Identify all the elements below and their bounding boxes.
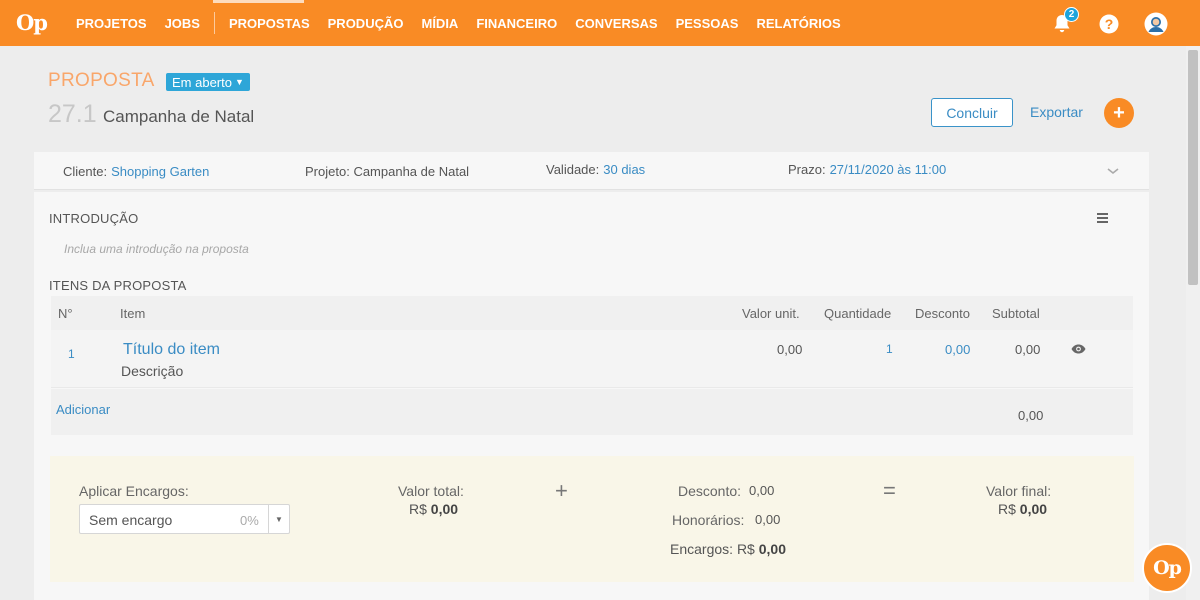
main-nav: PROJETOS JOBS PROPOSTAS PRODUÇÃO MÍDIA F…: [76, 0, 859, 46]
top-navbar: Op PROJETOS JOBS PROPOSTAS PRODUÇÃO MÍDI…: [0, 0, 1200, 46]
equals-operator: =: [883, 478, 896, 503]
col-qty: Quantidade: [824, 306, 892, 321]
select-arrow-icon: ▼: [268, 505, 289, 533]
nav-item-jobs[interactable]: JOBS: [165, 16, 200, 31]
app-logo[interactable]: Op: [16, 10, 48, 35]
proposal-number: 27.1: [48, 100, 97, 128]
item-qty[interactable]: 1: [886, 342, 893, 356]
projeto-field: Projeto: Campanha de Natal: [305, 164, 469, 179]
table-row[interactable]: 1 Título do item Descrição 0,00 1 0,00 0…: [51, 330, 1133, 388]
honorarios-label: Honorários:: [672, 512, 745, 528]
col-discount: Desconto: [915, 306, 970, 321]
validade-field: Validade: 30 dias: [546, 162, 645, 177]
nav-item-projetos[interactable]: PROJETOS: [76, 16, 147, 31]
eye-icon[interactable]: [1071, 342, 1086, 357]
nav-item-relatorios[interactable]: RELATÓRIOS: [756, 16, 840, 31]
honorarios-value[interactable]: 0,00: [755, 512, 780, 527]
cliente-field: Cliente: Shopping Garten: [63, 164, 209, 179]
items-total: 0,00: [1018, 408, 1044, 423]
expand-chevron-icon[interactable]: [1106, 163, 1120, 179]
projeto-value: Campanha de Natal: [353, 164, 470, 179]
valor-final-value: 0,00: [1019, 501, 1048, 517]
help-icon[interactable]: ?: [1097, 12, 1121, 36]
item-subtotal: 0,00: [1015, 342, 1041, 357]
valor-total: R$ 0,00: [409, 501, 458, 517]
encargos-select[interactable]: Sem encargo 0% ▼: [79, 504, 290, 534]
add-item-link[interactable]: Adicionar: [56, 402, 110, 417]
desconto-label: Desconto:: [678, 483, 742, 499]
totals-summary: Aplicar Encargos: Sem encargo 0% ▼ Valor…: [50, 456, 1134, 582]
proposal-title[interactable]: Campanha de Natal: [103, 107, 254, 127]
nav-divider: [213, 12, 215, 34]
nav-item-pessoas[interactable]: PESSOAS: [676, 16, 739, 31]
intro-title: INTRODUÇÃO: [49, 211, 139, 226]
encargos-select-pct: 0%: [240, 513, 259, 528]
cliente-link[interactable]: Shopping Garten: [111, 164, 209, 179]
encargos-select-value: Sem encargo: [89, 512, 173, 528]
prazo-link[interactable]: 27/11/2020 às 11:00: [830, 162, 947, 177]
encargos-currency: R$: [736, 541, 755, 557]
menu-icon[interactable]: [1097, 211, 1109, 226]
page-section-label: PROPOSTA: [48, 70, 155, 91]
chat-fab-button[interactable]: Op: [1142, 543, 1192, 593]
nav-item-midia[interactable]: MÍDIA: [421, 16, 458, 31]
cliente-label: Cliente:: [63, 164, 108, 179]
desconto-value[interactable]: 0,00: [749, 483, 774, 498]
items-table-header: N° Item Valor unit. Quantidade Desconto …: [51, 296, 1133, 330]
valor-final: R$ 0,00: [998, 501, 1047, 517]
currency-symbol: R$: [409, 501, 427, 517]
item-description[interactable]: Descrição: [121, 363, 183, 379]
proposal-content: INTRODUÇÃO Inclua uma introdução na prop…: [34, 192, 1149, 600]
valor-total-value: 0,00: [430, 501, 459, 517]
col-unit: Valor unit.: [742, 306, 800, 321]
encargos-label: Aplicar Encargos:: [79, 483, 189, 499]
encargos-total: Encargos: R$ 0,00: [670, 541, 786, 557]
valor-total-label: Valor total:: [398, 483, 464, 499]
nav-item-producao[interactable]: PRODUÇÃO: [328, 16, 404, 31]
prazo-label: Prazo:: [788, 162, 826, 177]
intro-placeholder[interactable]: Inclua uma introdução na proposta: [64, 242, 249, 256]
col-item: Item: [120, 306, 146, 321]
status-label: Em aberto: [172, 74, 232, 90]
proposal-info-bar: Cliente: Shopping Garten Projeto: Campanh…: [34, 152, 1149, 190]
final-currency: R$: [998, 501, 1016, 517]
items-table-footer: Adicionar 0,00: [51, 389, 1133, 435]
scrollbar-thumb[interactable]: [1188, 50, 1198, 285]
col-num: N°: [58, 306, 73, 321]
item-unit-value[interactable]: 0,00: [777, 342, 802, 357]
chevron-down-icon: ▼: [234, 77, 244, 87]
item-title-link[interactable]: Título do item: [123, 341, 220, 359]
status-dropdown[interactable]: Em aberto ▼: [166, 73, 250, 91]
nav-item-conversas[interactable]: CONVERSAS: [575, 16, 657, 31]
prazo-field: Prazo: 27/11/2020 às 11:00: [788, 162, 946, 177]
valor-final-label: Valor final:: [986, 483, 1052, 499]
validade-link[interactable]: 30 dias: [603, 162, 645, 177]
items-title: ITENS DA PROPOSTA: [49, 278, 187, 293]
encargos-total-label: Encargos:: [670, 541, 734, 557]
notification-badge: 2: [1064, 7, 1079, 22]
nav-item-propostas[interactable]: PROPOSTAS: [229, 16, 310, 31]
row-num: 1: [68, 347, 75, 361]
plus-operator: +: [555, 478, 568, 503]
add-button[interactable]: +: [1104, 98, 1134, 128]
projeto-label: Projeto:: [305, 164, 350, 179]
concluir-button[interactable]: Concluir: [931, 98, 1013, 127]
exportar-button[interactable]: Exportar: [1030, 104, 1083, 120]
page-scrollbar[interactable]: [1186, 46, 1200, 600]
nav-item-financeiro[interactable]: FINANCEIRO: [476, 16, 557, 31]
encargos-total-value: 0,00: [758, 541, 786, 557]
user-avatar-icon[interactable]: [1144, 12, 1168, 36]
svg-text:?: ?: [1105, 16, 1114, 32]
item-discount[interactable]: 0,00: [945, 342, 970, 357]
validade-label: Validade:: [546, 162, 600, 177]
col-subtotal: Subtotal: [992, 306, 1040, 321]
